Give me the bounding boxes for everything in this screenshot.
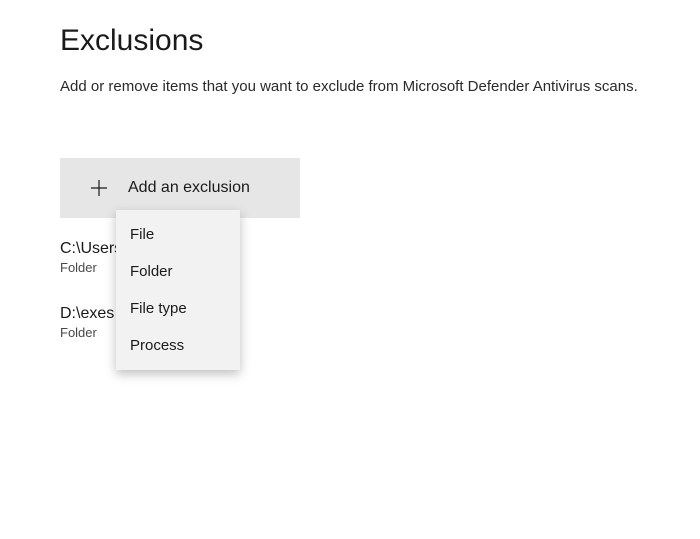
add-exclusion-button[interactable]: Add an exclusion (60, 158, 300, 218)
add-exclusion-label: Add an exclusion (128, 179, 250, 197)
menu-item-file-type[interactable]: File type (116, 290, 240, 327)
menu-item-process[interactable]: Process (116, 327, 240, 364)
add-exclusion-menu: File Folder File type Process (116, 210, 240, 370)
plus-icon (90, 179, 108, 197)
page-title: Exclusions (60, 24, 640, 58)
page-description: Add or remove items that you want to exc… (60, 76, 640, 98)
menu-item-folder[interactable]: Folder (116, 253, 240, 290)
menu-item-file[interactable]: File (116, 216, 240, 253)
